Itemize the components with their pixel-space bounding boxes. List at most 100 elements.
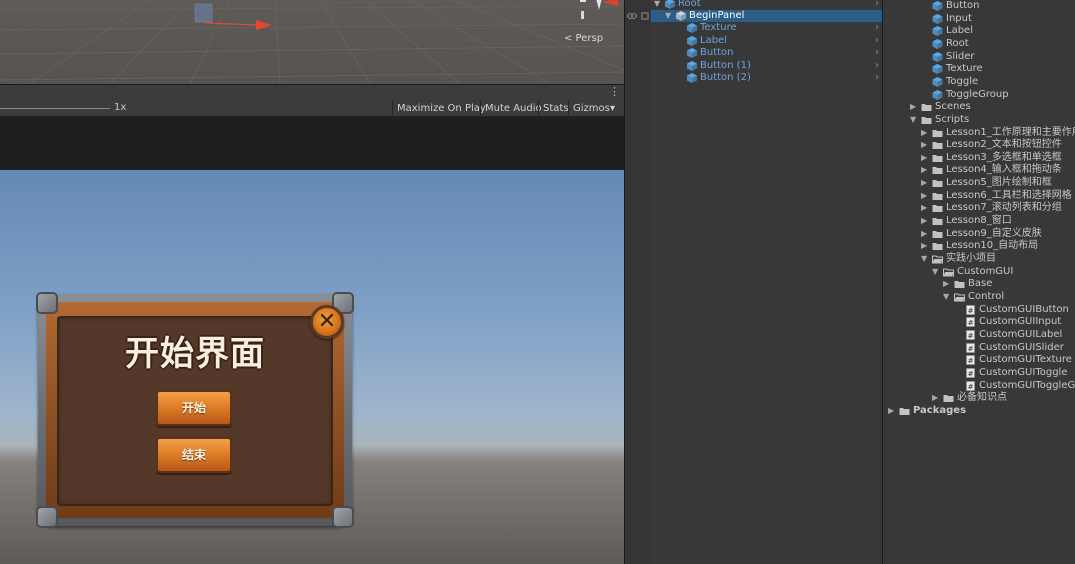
- close-button[interactable]: ✕: [310, 305, 344, 339]
- collapsed-arrow-icon[interactable]: ▶: [921, 215, 927, 228]
- prefab-icon: [932, 38, 943, 49]
- hierarchy-item[interactable]: Button (2) ›: [651, 72, 882, 85]
- open-prefab-chevron-icon[interactable]: ›: [875, 72, 879, 85]
- collapsed-arrow-icon[interactable]: ▶: [921, 228, 927, 241]
- begin-panel: 开始界面 ✕ 开始 结束: [36, 292, 354, 528]
- project-item[interactable]: Root: [883, 38, 1075, 51]
- project-item-label: Texture: [946, 63, 983, 75]
- folder-icon: [932, 192, 943, 200]
- open-prefab-chevron-icon[interactable]: ›: [875, 35, 879, 48]
- project-item-label: Lesson4_输入框和拖动条: [946, 164, 1062, 176]
- project-item[interactable]: Input: [883, 13, 1075, 26]
- hierarchy-item[interactable]: Texture ›: [651, 22, 882, 35]
- svg-text:#: #: [968, 332, 974, 340]
- collapsed-arrow-icon[interactable]: ▶: [943, 278, 949, 291]
- hierarchy-item[interactable]: Button ›: [651, 47, 882, 60]
- open-prefab-chevron-icon[interactable]: ›: [875, 47, 879, 60]
- collapsed-arrow-icon[interactable]: ▶: [921, 164, 927, 177]
- panel-menu-icon[interactable]: ⋮: [609, 86, 620, 97]
- collapsed-arrow-icon[interactable]: ▶: [921, 202, 927, 215]
- hierarchy-item-label: Button (2): [700, 72, 751, 83]
- collapsed-arrow-icon[interactable]: ▶: [921, 127, 927, 140]
- project-item[interactable]: # CustomGUIInput: [883, 316, 1075, 329]
- project-item[interactable]: ▼ Control: [883, 291, 1075, 304]
- open-prefab-chevron-icon[interactable]: ›: [875, 60, 879, 73]
- panel-corner-icon: [36, 292, 58, 314]
- svg-text:#: #: [968, 345, 974, 353]
- project-item[interactable]: ToggleGroup: [883, 89, 1075, 102]
- project-item-label: Control: [968, 290, 1005, 302]
- collapsed-arrow-icon[interactable]: ▶: [921, 240, 927, 253]
- project-item[interactable]: # CustomGUIToggleGroup: [883, 380, 1075, 393]
- prefab-icon: [932, 89, 943, 100]
- open-prefab-chevron-icon[interactable]: ›: [875, 22, 879, 35]
- expanded-arrow-icon[interactable]: ▼: [921, 253, 927, 266]
- project-item[interactable]: ▶ Lesson4_输入框和拖动条: [883, 164, 1075, 177]
- panel-title: 开始界面: [125, 334, 265, 374]
- game-view[interactable]: 开始界面 ✕ 开始 结束: [0, 170, 624, 564]
- project-item[interactable]: ▶ Lesson10_自动布局: [883, 240, 1075, 253]
- project-item[interactable]: ▼ 实践小项目: [883, 253, 1075, 266]
- project-item[interactable]: ▶ Lesson7_滚动列表和分组: [883, 202, 1075, 215]
- folder-open-icon: [932, 255, 943, 264]
- hierarchy-item[interactable]: Label ›: [651, 35, 882, 48]
- project-item[interactable]: # CustomGUILabel: [883, 329, 1075, 342]
- project-item[interactable]: ▶ Lesson6_工具栏和选择网格: [883, 190, 1075, 203]
- visibility-eye-icon[interactable]: [627, 11, 651, 21]
- project-item[interactable]: Toggle: [883, 76, 1075, 89]
- scale-slider[interactable]: [0, 108, 110, 109]
- project-item[interactable]: ▶ Lesson5_图片绘制和框: [883, 177, 1075, 190]
- project-item[interactable]: # CustomGUIButton: [883, 304, 1075, 317]
- prefab-icon: [932, 51, 943, 62]
- project-item[interactable]: Label: [883, 25, 1075, 38]
- expanded-arrow-icon[interactable]: ▼: [932, 266, 938, 279]
- project-item[interactable]: ▶ Lesson8_窗口: [883, 215, 1075, 228]
- gameobject-cube-icon: [687, 48, 697, 58]
- project-item[interactable]: Texture: [883, 63, 1075, 76]
- hierarchy-item[interactable]: ▼ BeginPanel: [651, 9, 882, 23]
- project-item[interactable]: ▼ Scripts: [883, 114, 1075, 127]
- project-item-label: CustomGUI: [957, 265, 1014, 277]
- gameobject-cube-icon: [687, 23, 697, 33]
- panel-corner-icon: [332, 506, 354, 528]
- collapsed-arrow-icon[interactable]: ▶: [921, 152, 927, 165]
- project-item[interactable]: ▼ CustomGUI: [883, 266, 1075, 279]
- folder-open-icon: [943, 268, 954, 277]
- collapsed-arrow-icon[interactable]: ▶: [888, 405, 894, 418]
- project-item[interactable]: # CustomGUISlider: [883, 342, 1075, 355]
- project-item[interactable]: # CustomGUIToggle: [883, 367, 1075, 380]
- project-item[interactable]: ▶ Lesson3_多选框和单选框: [883, 152, 1075, 165]
- project-item[interactable]: ▶ Base: [883, 278, 1075, 291]
- hierarchy-item[interactable]: Button (1) ›: [651, 60, 882, 73]
- persp-label[interactable]: < Persp: [564, 33, 603, 44]
- project-item[interactable]: ▶ Lesson1_工作原理和主要作用: [883, 127, 1075, 140]
- project-item[interactable]: ▶ Packages: [883, 405, 1075, 418]
- project-item[interactable]: Slider: [883, 51, 1075, 64]
- gizmos-button[interactable]: Gizmos: [568, 100, 614, 117]
- collapsed-arrow-icon[interactable]: ▶: [921, 190, 927, 203]
- collapsed-arrow-icon[interactable]: ▶: [932, 392, 938, 405]
- collapsed-arrow-icon[interactable]: ▶: [921, 139, 927, 152]
- project-item[interactable]: # CustomGUITexture: [883, 354, 1075, 367]
- start-button[interactable]: 开始: [156, 390, 232, 426]
- project-item-label: 必备知识点: [957, 392, 1007, 404]
- expanded-arrow-icon[interactable]: ▼: [910, 114, 916, 127]
- expanded-arrow-icon[interactable]: ▼: [665, 10, 671, 23]
- project-item[interactable]: ▶ Scenes: [883, 101, 1075, 114]
- maximize-on-play-button[interactable]: Maximize On Play: [392, 100, 490, 117]
- scene-view[interactable]: < Persp: [0, 0, 624, 84]
- project-item[interactable]: ▶ 必备知识点: [883, 392, 1075, 405]
- gizmos-dropdown-icon[interactable]: ▾: [610, 100, 615, 117]
- expanded-arrow-icon[interactable]: ▼: [943, 291, 949, 304]
- project-item[interactable]: Button: [883, 0, 1075, 13]
- collapsed-arrow-icon[interactable]: ▶: [910, 101, 916, 114]
- mute-audio-button[interactable]: Mute Audio: [480, 100, 546, 117]
- project-item[interactable]: ▶ Lesson2_文本和按钮控件: [883, 139, 1075, 152]
- end-button[interactable]: 结束: [156, 437, 232, 473]
- collapsed-arrow-icon[interactable]: ▶: [921, 177, 927, 190]
- script-icon: #: [966, 317, 975, 327]
- folder-icon: [932, 129, 943, 137]
- orientation-gizmo-icon[interactable]: [562, 0, 622, 24]
- scale-value: 1x: [114, 102, 127, 113]
- project-item[interactable]: ▶ Lesson9_自定义皮肤: [883, 228, 1075, 241]
